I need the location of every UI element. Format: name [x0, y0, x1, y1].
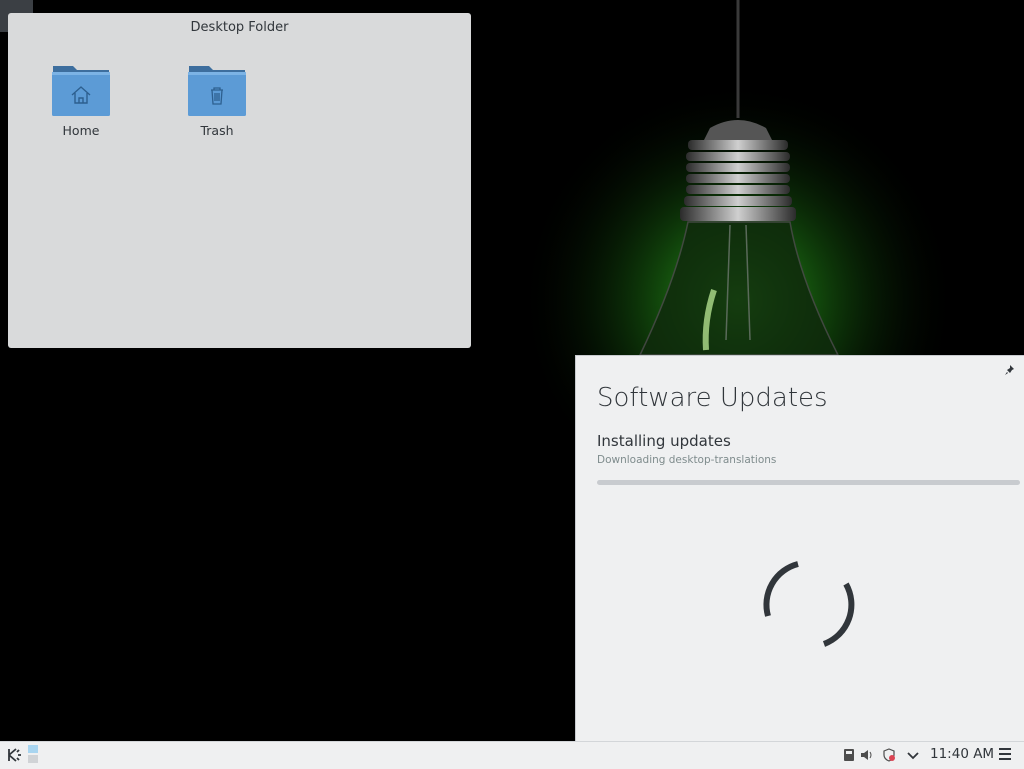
desktop-item-home[interactable]: Home [21, 63, 141, 138]
folder-widget-title: Desktop Folder [190, 20, 289, 35]
taskbar-panel: 11:40 AM [0, 741, 1024, 769]
virtual-desktop-pager[interactable] [27, 745, 39, 765]
desktop-item-label: Trash [200, 123, 234, 138]
kde-launcher-icon[interactable] [6, 747, 22, 763]
trash-folder-icon [188, 66, 246, 116]
storage-icon[interactable] [842, 748, 856, 762]
update-notifier-icon[interactable] [882, 748, 896, 762]
desktop-item-trash[interactable]: Trash [157, 63, 277, 138]
update-progress-bar [597, 480, 1020, 485]
digital-clock[interactable]: 11:40 AM [930, 746, 994, 762]
desktop-folder-widget: Desktop Folder Home Trash [8, 13, 471, 348]
busy-spinner-icon [763, 561, 855, 647]
pin-icon[interactable] [1004, 365, 1016, 377]
expand-tray-icon[interactable] [906, 748, 920, 762]
updates-status: Installing updates [597, 432, 731, 450]
desktop-item-label: Home [62, 123, 100, 138]
pager-desktop-2[interactable] [28, 755, 38, 763]
pager-desktop-1[interactable] [28, 745, 38, 753]
updates-title: Software Updates [597, 383, 828, 413]
home-folder-icon [52, 66, 110, 116]
volume-icon[interactable] [860, 748, 874, 762]
panel-menu-icon[interactable] [999, 748, 1011, 762]
software-updates-popup: Software Updates Installing updates Down… [575, 355, 1024, 742]
updates-detail: Downloading desktop-translations [597, 454, 777, 466]
